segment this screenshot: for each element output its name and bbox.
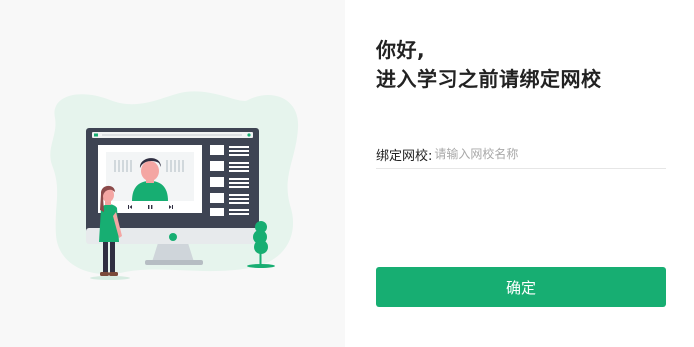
- illustration-panel: [0, 0, 345, 347]
- monitor-stand: [152, 243, 194, 262]
- school-field-label: 绑定网校:: [376, 148, 433, 164]
- greeting-heading: 你好, 进入学习之前请绑定网校: [376, 36, 602, 94]
- greeting-line-2: 进入学习之前请绑定网校: [376, 67, 602, 91]
- school-name-input[interactable]: [432, 147, 666, 161]
- school-field: 绑定网校:: [376, 140, 666, 169]
- online-learning-illustration: [50, 91, 299, 280]
- greeting-line-1: 你好,: [376, 38, 426, 62]
- login-panel: 你好, 进入学习之前请绑定网校 绑定网校: 确定: [345, 0, 694, 347]
- confirm-button[interactable]: 确定: [376, 267, 666, 307]
- monitor-power-light: [169, 233, 177, 241]
